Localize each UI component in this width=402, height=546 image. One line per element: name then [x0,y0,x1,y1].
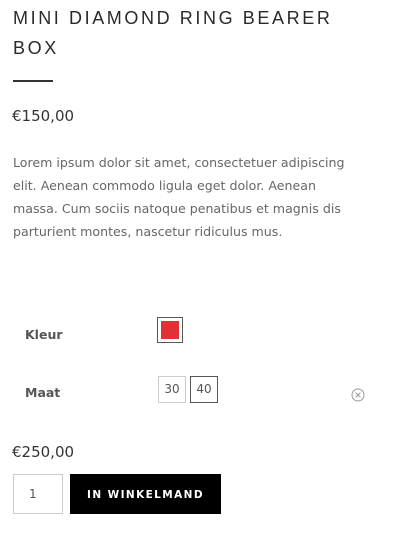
title-divider [13,80,53,82]
size-option-30[interactable]: 30 [158,376,186,403]
color-swatch-fill [161,321,179,339]
add-to-cart-button[interactable]: IN WINKELMAND [70,474,221,514]
size-option-40[interactable]: 40 [190,376,218,403]
size-label: Maat [25,385,61,400]
color-label: Kleur [25,327,63,342]
color-swatch-red[interactable] [157,317,183,343]
quantity-input[interactable] [13,474,63,514]
product-price: €150,00 [12,107,75,125]
product-title: MINI DIAMOND RING BEARER BOX [13,8,333,58]
product-description: Lorem ipsum dolor sit amet, consectetuer… [13,155,345,239]
variation-price: €250,00 [12,443,75,461]
circle-x-icon[interactable] [351,388,365,402]
